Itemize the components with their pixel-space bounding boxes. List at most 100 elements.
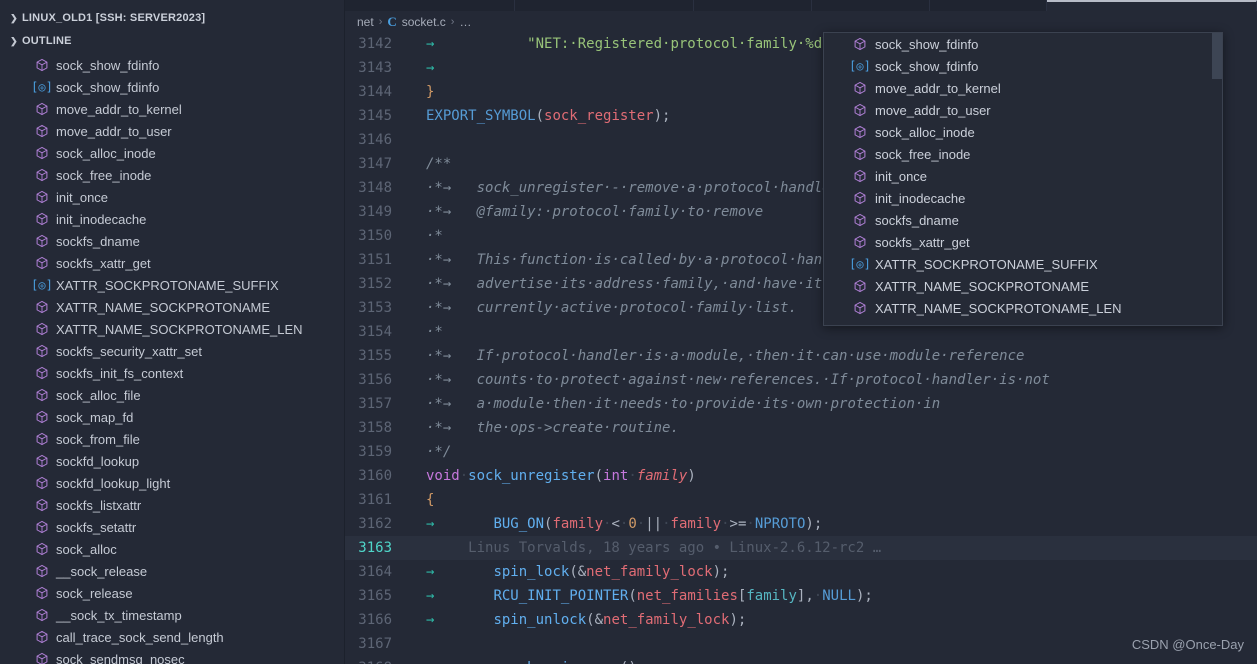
outline-item[interactable]: sock_from_file [0, 428, 344, 450]
vscode-window: ❯ LINUX_OLD1 [SSH: SERVER2023] ❯ OUTLINE… [0, 0, 1257, 664]
suggest-widget[interactable]: sock_show_fdinfo [◎] sock_show_fdinfo move_… [823, 32, 1223, 326]
suggest-item-label: sock_show_fdinfo [875, 36, 979, 52]
c-file-icon: C [387, 13, 397, 29]
suggest-item[interactable]: sockfs_dname [824, 209, 1222, 231]
outline-item[interactable]: sock_free_inode [0, 164, 344, 186]
outline-item[interactable]: sock_release [0, 582, 344, 604]
outline-item[interactable]: sockfs_listxattr [0, 494, 344, 516]
outline-item[interactable]: sock_alloc [0, 538, 344, 560]
method-symbol-icon [34, 343, 50, 359]
method-symbol-icon [34, 497, 50, 513]
code-line[interactable]: 3155 ·*→ If·protocol·handler·is·a·module,… [345, 344, 1257, 368]
outline-item[interactable]: sock_alloc_file [0, 384, 344, 406]
line-number: 3150 [358, 228, 392, 244]
suggest-item[interactable]: move_addr_to_kernel [824, 77, 1222, 99]
outline-item[interactable]: sockfs_init_fs_context [0, 362, 344, 384]
editor-tab[interactable] [514, 0, 695, 11]
outline-item[interactable]: move_addr_to_kernel [0, 98, 344, 120]
outline-item[interactable]: init_inodecache [0, 208, 344, 230]
outline-item[interactable]: XATTR_NAME_SOCKPROTONAME [0, 296, 344, 318]
suggest-item[interactable]: [◎] XATTR_SOCKPROTONAME_SUFFIX [824, 253, 1222, 275]
outline-item[interactable]: call_trace_sock_send_length [0, 626, 344, 648]
outline-item[interactable]: sock_show_fdinfo [0, 54, 344, 76]
outline-item-label: __sock_tx_timestamp [56, 607, 182, 623]
outline-list: sock_show_fdinfo [◎] sock_show_fdinfo move_… [0, 52, 344, 664]
suggest-item-label: sock_free_inode [875, 146, 971, 162]
method-symbol-icon [852, 190, 868, 206]
line-number: 3149 [358, 204, 392, 220]
code-line[interactable]: 3156 ·*→ counts·to·protect·against·new·re… [345, 368, 1257, 392]
method-symbol-icon [34, 563, 50, 579]
code-line[interactable]: 3167 [345, 632, 1257, 656]
code-line[interactable]: 3159 ·*/ [345, 440, 1257, 464]
key-symbol-icon: [◎] [849, 59, 871, 73]
outline-item[interactable]: move_addr_to_user [0, 120, 344, 142]
editor-tab[interactable] [929, 0, 1048, 11]
outline-item[interactable]: sockfs_setattr [0, 516, 344, 538]
code-line[interactable]: 3162 → BUG_ON(family·<·0·||·family·>=·NPR… [345, 512, 1257, 536]
outline-item[interactable]: init_once [0, 186, 344, 208]
suggest-item[interactable]: XATTR_NAME_SOCKPROTONAME [824, 275, 1222, 297]
suggest-item[interactable]: XATTR_NAME_SOCKPROTONAME_LEN [824, 297, 1222, 319]
outline-section-header[interactable]: ❯ OUTLINE [0, 30, 344, 52]
outline-item-label: __sock_release [56, 563, 148, 579]
suggest-item-label: move_addr_to_user [875, 102, 991, 118]
breadcrumb-folder[interactable]: net [357, 15, 374, 29]
outline-item[interactable]: sockfs_dname [0, 230, 344, 252]
editor-area: net › C socket.c › … 3142 → "NET:·Registe… [345, 0, 1257, 664]
editor-tab[interactable] [694, 0, 812, 11]
outline-item-label: sockfd_lookup_light [56, 475, 171, 491]
code-line[interactable]: 3165 → RCU_INIT_POINTER(net_families[fami… [345, 584, 1257, 608]
outline-item[interactable]: sock_sendmsg_nosec [0, 648, 344, 664]
line-number: 3153 [358, 300, 392, 316]
outline-item[interactable]: sockfs_xattr_get [0, 252, 344, 274]
line-number: 3154 [358, 324, 392, 340]
breadcrumb-more[interactable]: … [459, 15, 471, 29]
editor-tab[interactable] [1047, 0, 1257, 11]
suggest-item[interactable]: move_addr_to_user [824, 99, 1222, 121]
chevron-down-icon[interactable]: ❯ [6, 33, 22, 49]
suggest-scrollbar[interactable] [1212, 33, 1222, 79]
editor-tab[interactable] [811, 0, 930, 11]
method-symbol-icon [34, 101, 50, 117]
outline-item-label: sockfs_setattr [56, 519, 137, 535]
outline-item[interactable]: sock_map_fd [0, 406, 344, 428]
editor-tab[interactable] [345, 0, 515, 11]
breadcrumb-file[interactable]: socket.c [402, 15, 446, 29]
outline-item-label: sock_alloc_file [56, 387, 141, 403]
outline-item[interactable]: sockfd_lookup [0, 450, 344, 472]
method-symbol-icon [852, 36, 868, 52]
line-number: 3165 [358, 588, 392, 604]
suggest-item[interactable]: init_inodecache [824, 187, 1222, 209]
code-text: { [426, 492, 435, 508]
outline-item[interactable]: sockfd_lookup_light [0, 472, 344, 494]
workspace-section-header[interactable]: ❯ LINUX_OLD1 [SSH: SERVER2023] [0, 6, 344, 30]
code-line[interactable]: 3164 → spin_lock(&net_family_lock); [345, 560, 1257, 584]
suggest-item[interactable]: sock_free_inode [824, 143, 1222, 165]
suggest-item[interactable]: sock_show_fdinfo [824, 33, 1222, 55]
outline-item[interactable]: __sock_release [0, 560, 344, 582]
suggest-item[interactable]: init_once [824, 165, 1222, 187]
code-text: ·*/ [426, 444, 452, 460]
code-line[interactable]: 3163 Linus Torvalds, 18 years ago • Linu… [345, 536, 1257, 560]
suggest-item-label: sock_alloc_inode [875, 124, 975, 140]
code-line[interactable]: 3160 void·sock_unregister(int·family) [345, 464, 1257, 488]
code-line[interactable]: 3157 ·*→ a·module·then·it·needs·to·provid… [345, 392, 1257, 416]
outline-item[interactable]: __sock_tx_timestamp [0, 604, 344, 626]
outline-item[interactable]: [◎] XATTR_SOCKPROTONAME_SUFFIX [0, 274, 344, 296]
chevron-right-icon[interactable]: ❯ [6, 10, 22, 26]
code-line[interactable]: 3168 → synchronize_rcu(); [345, 656, 1257, 664]
outline-title: OUTLINE [22, 35, 72, 47]
code-line[interactable]: 3158 ·*→ the·ops->create·routine. [345, 416, 1257, 440]
outline-item[interactable]: sockfs_security_xattr_set [0, 340, 344, 362]
suggest-item[interactable]: sock_alloc_inode [824, 121, 1222, 143]
outline-item[interactable]: XATTR_NAME_SOCKPROTONAME_LEN [0, 318, 344, 340]
code-line[interactable]: 3161 { [345, 488, 1257, 512]
code-text: Linus Torvalds, 18 years ago • Linux-2.6… [426, 540, 882, 556]
suggest-item[interactable]: sockfs_xattr_get [824, 231, 1222, 253]
method-symbol-icon [34, 255, 50, 271]
code-line[interactable]: 3166 → spin_unlock(&net_family_lock); [345, 608, 1257, 632]
outline-item[interactable]: [◎] sock_show_fdinfo [0, 76, 344, 98]
suggest-item[interactable]: [◎] sock_show_fdinfo [824, 55, 1222, 77]
outline-item[interactable]: sock_alloc_inode [0, 142, 344, 164]
